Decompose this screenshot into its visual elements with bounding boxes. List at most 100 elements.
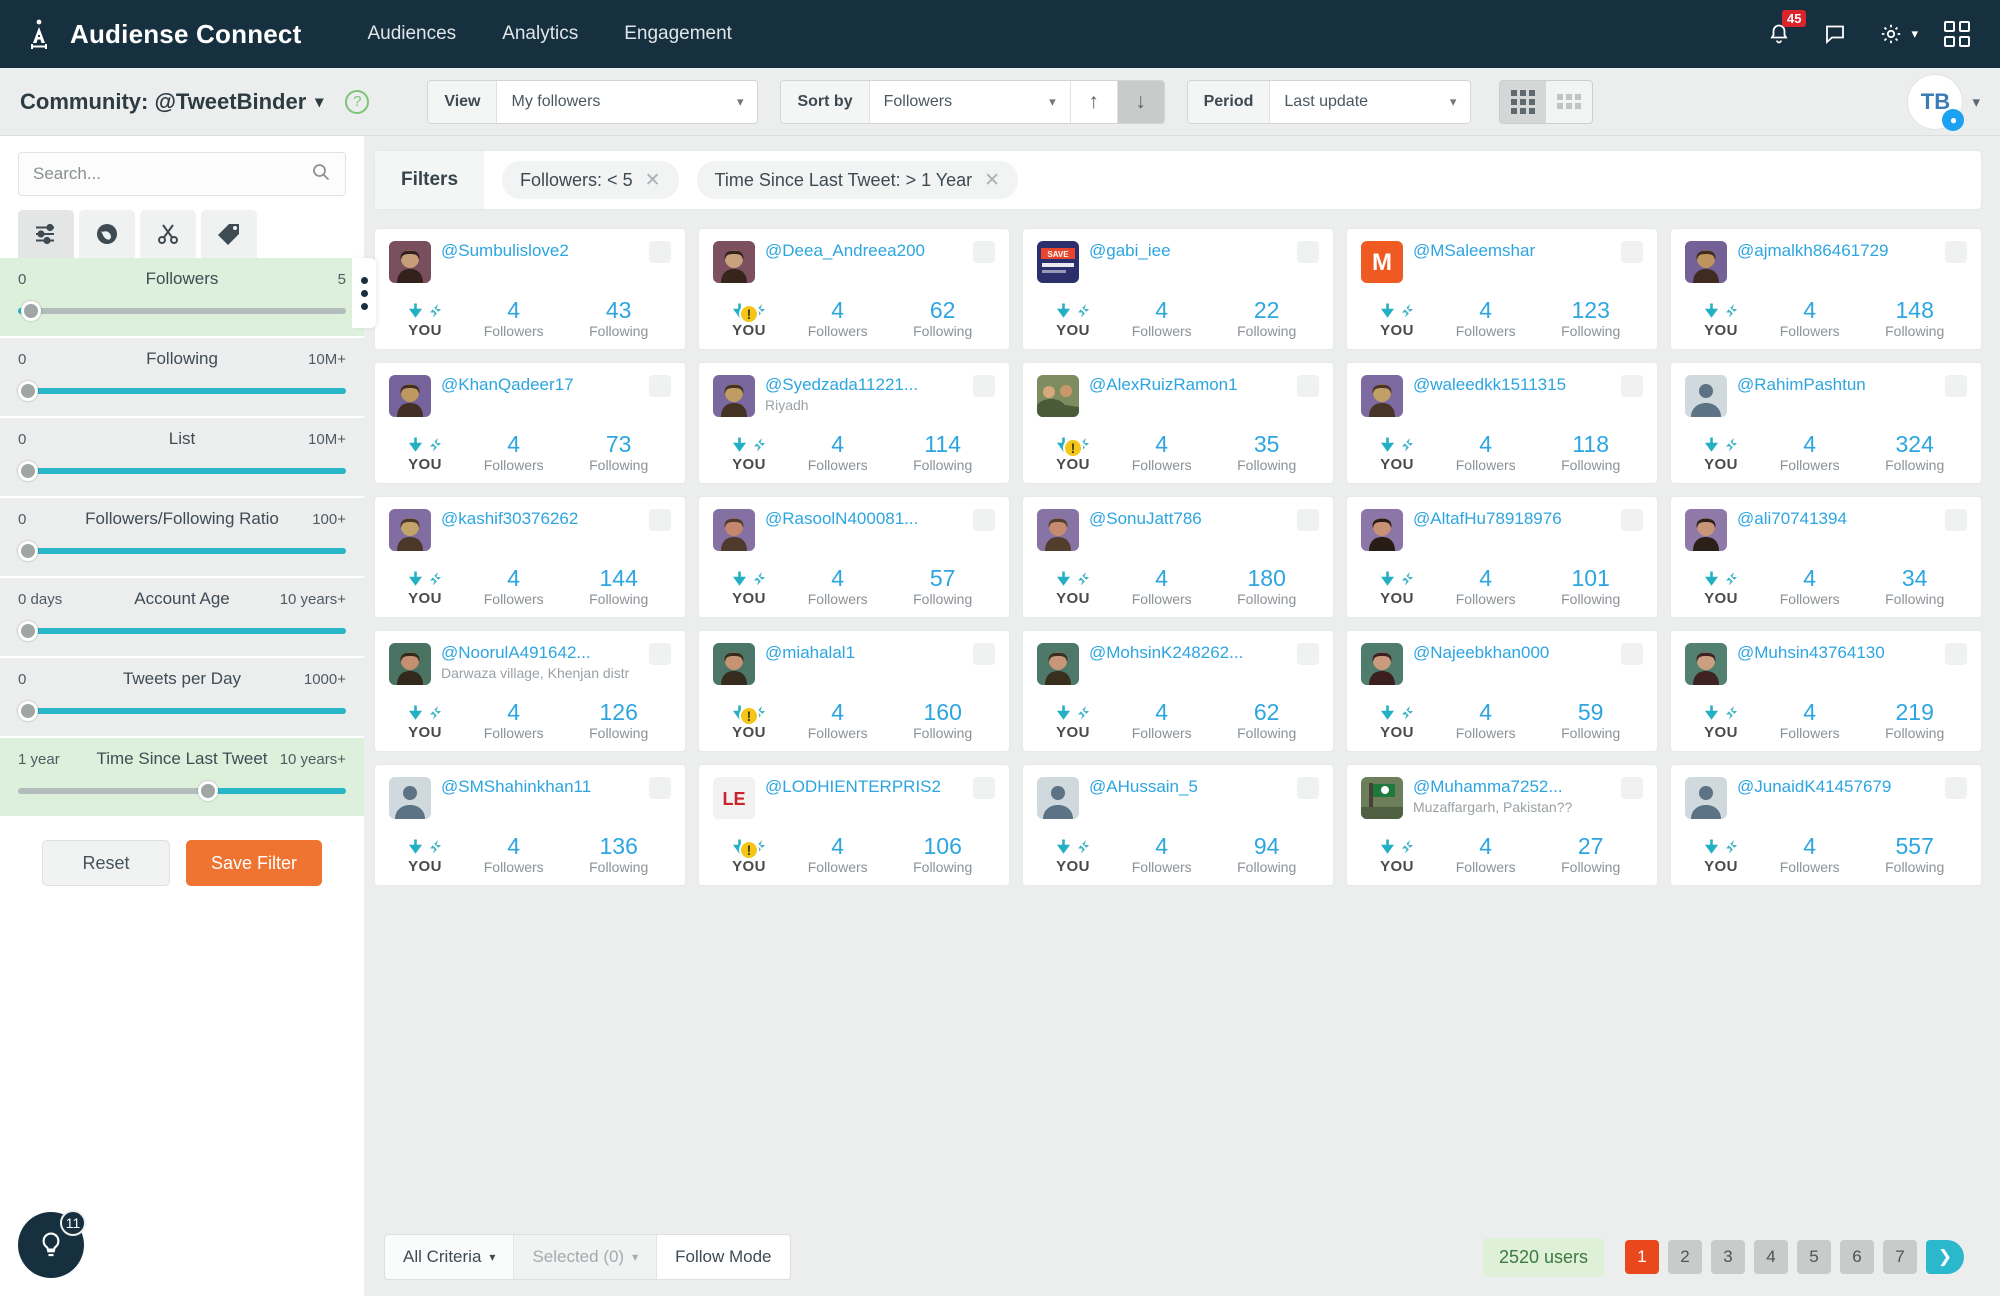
- select-user-checkbox[interactable]: [973, 643, 995, 665]
- avatar[interactable]: [389, 643, 431, 685]
- avatar[interactable]: [389, 777, 431, 819]
- bell-icon[interactable]: 45: [1764, 10, 1807, 49]
- user-card[interactable]: @AltafHu78918976 YOU 4 Followers 101 Followin…: [1346, 496, 1658, 618]
- avatar[interactable]: [713, 375, 755, 417]
- user-handle-link[interactable]: @Syedzada11221...: [765, 375, 963, 395]
- user-handle-link[interactable]: @MSaleemshar: [1413, 241, 1611, 261]
- community-selector[interactable]: Community: @TweetBinder ▾: [20, 89, 323, 115]
- follow-mode-button[interactable]: Follow Mode: [657, 1235, 790, 1279]
- page-button-4[interactable]: 4: [1754, 1240, 1788, 1274]
- slider-track[interactable]: [17, 460, 346, 482]
- user-card[interactable]: @Muhsin43764130 YOU 4 Followers 219 Following: [1670, 630, 1982, 752]
- select-user-checkbox[interactable]: [1297, 643, 1319, 665]
- page-button-5[interactable]: 5: [1797, 1240, 1831, 1274]
- user-handle-link[interactable]: @Muhsin43764130: [1737, 643, 1935, 663]
- select-user-checkbox[interactable]: [1297, 241, 1319, 263]
- select-user-checkbox[interactable]: [1945, 241, 1967, 263]
- user-card[interactable]: @Sumbulislove2 YOU 4 Followers 43 Following: [374, 228, 686, 350]
- page-button-7[interactable]: 7: [1883, 1240, 1917, 1274]
- avatar[interactable]: [389, 509, 431, 551]
- user-handle-link[interactable]: @kashif30376262: [441, 509, 639, 529]
- avatar[interactable]: [1685, 509, 1727, 551]
- filter-chip-last-tweet[interactable]: Time Since Last Tweet: > 1 Year ✕: [696, 161, 1019, 199]
- avatar[interactable]: M: [1361, 241, 1403, 283]
- slider-knob[interactable]: [21, 301, 42, 321]
- select-user-checkbox[interactable]: [1945, 777, 1967, 799]
- slider-following[interactable]: 0 Following 10M+: [0, 338, 364, 418]
- select-user-checkbox[interactable]: [973, 777, 995, 799]
- sliders-icon[interactable]: [18, 210, 74, 258]
- user-handle-link[interactable]: @ajmalkh86461729: [1737, 241, 1935, 261]
- user-card[interactable]: @Syedzada11221... Riyadh YOU 4 Followers 114 F…: [698, 362, 1010, 484]
- user-handle-link[interactable]: @Muhamma7252...: [1413, 777, 1611, 797]
- slider-knob[interactable]: [17, 461, 38, 481]
- avatar[interactable]: [713, 241, 755, 283]
- search-icon[interactable]: [311, 162, 331, 187]
- slider-tweets-per-day[interactable]: 0 Tweets per Day 1000+: [0, 658, 364, 738]
- slider-track[interactable]: [18, 300, 346, 322]
- avatar[interactable]: [1361, 777, 1403, 819]
- chevron-right-icon[interactable]: ❯: [1926, 1240, 1964, 1274]
- slider-knob[interactable]: [17, 541, 38, 561]
- select-user-checkbox[interactable]: [649, 643, 671, 665]
- search-box[interactable]: [18, 152, 346, 196]
- slider-track[interactable]: [17, 700, 346, 722]
- brand-logo[interactable]: Audiense Connect: [22, 17, 301, 51]
- scissors-icon[interactable]: [140, 210, 196, 258]
- globe-icon[interactable]: [79, 210, 135, 258]
- select-user-checkbox[interactable]: [1621, 375, 1643, 397]
- view-select[interactable]: My followers ▾: [497, 80, 758, 123]
- slider-account-age[interactable]: 0 days Account Age 10 years+: [0, 578, 364, 658]
- select-user-checkbox[interactable]: [1621, 241, 1643, 263]
- close-x-icon[interactable]: ✕: [984, 169, 1000, 192]
- sort-select[interactable]: Followers ▾: [869, 80, 1070, 123]
- slider-knob[interactable]: [17, 701, 38, 721]
- select-user-checkbox[interactable]: [973, 241, 995, 263]
- user-handle-link[interactable]: @LODHIENTERPRIS2: [765, 777, 963, 797]
- page-button-3[interactable]: 3: [1711, 1240, 1745, 1274]
- page-button-1[interactable]: 1: [1625, 1240, 1659, 1274]
- avatar[interactable]: TB ●: [1908, 74, 1965, 131]
- avatar[interactable]: [713, 509, 755, 551]
- slider-track[interactable]: [17, 540, 346, 562]
- apps-grid-icon[interactable]: [1944, 21, 1970, 47]
- user-handle-link[interactable]: @SMShahinkhan11: [441, 777, 639, 797]
- arrow-up-icon[interactable]: ↑: [1069, 80, 1117, 123]
- select-user-checkbox[interactable]: [649, 509, 671, 531]
- slider-track[interactable]: [17, 380, 346, 402]
- help-question-icon[interactable]: ?: [345, 89, 370, 114]
- user-card[interactable]: @ajmalkh86461729 YOU 4 Followers 148 Followin…: [1670, 228, 1982, 350]
- avatar[interactable]: [1037, 643, 1079, 685]
- selected-dropdown[interactable]: Selected (0) ▾: [514, 1235, 658, 1279]
- user-handle-link[interactable]: @NoorulA491642...: [441, 643, 639, 663]
- user-handle-link[interactable]: @AltafHu78918976: [1413, 509, 1611, 529]
- settings-menu[interactable]: ▾: [1876, 19, 1918, 49]
- user-card[interactable]: @JunaidK41457679 YOU 4 Followers 557 Followin…: [1670, 764, 1982, 886]
- user-handle-link[interactable]: @waleedkk1511315: [1413, 375, 1611, 395]
- slider-knob[interactable]: [17, 621, 38, 641]
- user-card[interactable]: M @MSaleemshar YOU 4 Followers 123 Following: [1346, 228, 1658, 350]
- arrow-down-icon[interactable]: ↓: [1116, 80, 1164, 123]
- user-handle-link[interactable]: @RahimPashtun: [1737, 375, 1935, 395]
- user-handle-link[interactable]: @Najeebkhan000: [1413, 643, 1611, 663]
- user-card[interactable]: LE @LODHIENTERPRIS2! YOU 4 Followers 106 Follo…: [698, 764, 1010, 886]
- user-handle-link[interactable]: @MohsinK248262...: [1089, 643, 1287, 663]
- page-button-6[interactable]: 6: [1840, 1240, 1874, 1274]
- avatar[interactable]: [1361, 643, 1403, 685]
- select-user-checkbox[interactable]: [649, 777, 671, 799]
- period-select[interactable]: Last update ▾: [1270, 80, 1471, 123]
- slider-followers-following-ratio[interactable]: 0 Followers/Following Ratio 100+: [0, 498, 364, 578]
- avatar[interactable]: [1685, 643, 1727, 685]
- user-card[interactable]: @Deea_Andreea200! YOU 4 Followers 62 Followin…: [698, 228, 1010, 350]
- sidebar-collapse-handle[interactable]: [352, 258, 376, 328]
- nav-link-engagement[interactable]: Engagement: [624, 23, 732, 45]
- slider-knob[interactable]: [17, 381, 38, 401]
- nav-link-analytics[interactable]: Analytics: [502, 23, 578, 45]
- tag-icon[interactable]: [201, 210, 257, 258]
- user-card[interactable]: @kashif30376262 YOU 4 Followers 144 Following: [374, 496, 686, 618]
- user-card[interactable]: @AHussain_5 YOU 4 Followers 94 Following: [1022, 764, 1334, 886]
- avatar[interactable]: SAVE: [1037, 241, 1079, 283]
- select-user-checkbox[interactable]: [973, 509, 995, 531]
- user-card[interactable]: @ali70741394 YOU 4 Followers 34 Following: [1670, 496, 1982, 618]
- avatar[interactable]: [389, 375, 431, 417]
